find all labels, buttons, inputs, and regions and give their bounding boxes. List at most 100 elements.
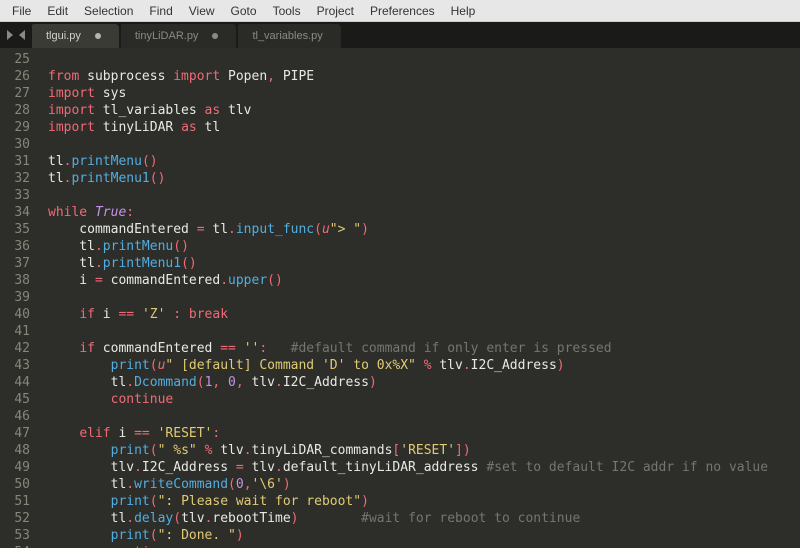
code-line[interactable]: import sys bbox=[48, 85, 800, 102]
line-number: 51 bbox=[6, 493, 30, 510]
token-name: rebootTime bbox=[212, 511, 290, 526]
token-name bbox=[236, 341, 244, 356]
token-fn: input_func bbox=[236, 222, 314, 237]
tab-tinyLiDAR-py[interactable]: tinyLiDAR.py bbox=[121, 24, 237, 48]
code-line[interactable]: import tinyLiDAR as tl bbox=[48, 119, 800, 136]
token-name: tlv bbox=[432, 358, 463, 373]
token-kw: elif bbox=[79, 426, 110, 441]
token-kw: if bbox=[79, 307, 95, 322]
code-area[interactable]: from subprocess import Popen, PIPEimport… bbox=[40, 48, 800, 548]
code-line[interactable]: if commandEntered == '': #default comman… bbox=[48, 340, 800, 357]
token-name: I2C_Address bbox=[142, 460, 228, 475]
token-fn: print bbox=[111, 358, 150, 373]
token-com: #default command if only enter is presse… bbox=[291, 341, 612, 356]
menu-selection[interactable]: Selection bbox=[76, 1, 141, 21]
token-op: ) bbox=[189, 256, 197, 271]
token-op: . bbox=[463, 358, 471, 373]
tab-nav-arrows[interactable] bbox=[0, 22, 32, 48]
token-kw: import bbox=[48, 103, 95, 118]
code-line[interactable]: print(u" [default] Command 'D' to 0x%X" … bbox=[48, 357, 800, 374]
tab-tl_variables-py[interactable]: tl_variables.py bbox=[238, 24, 340, 48]
code-line[interactable]: continue bbox=[48, 391, 800, 408]
menubar: FileEditSelectionFindViewGotoToolsProjec… bbox=[0, 0, 800, 22]
code-line[interactable]: print(": Done. ") bbox=[48, 527, 800, 544]
code-line[interactable]: import tl_variables as tlv bbox=[48, 102, 800, 119]
token-op: ) bbox=[291, 511, 299, 526]
line-number: 37 bbox=[6, 255, 30, 272]
code-line[interactable]: tlv.I2C_Address = tlv.default_tinyLiDAR_… bbox=[48, 459, 800, 476]
code-line[interactable] bbox=[48, 323, 800, 340]
token-fn: print bbox=[111, 528, 150, 543]
code-line[interactable]: tl.printMenu() bbox=[48, 238, 800, 255]
token-op: ) bbox=[557, 358, 565, 373]
nav-left-icon bbox=[7, 30, 13, 40]
menu-tools[interactable]: Tools bbox=[265, 1, 309, 21]
code-line[interactable]: tl.printMenu() bbox=[48, 153, 800, 170]
code-line[interactable]: tl.delay(tlv.rebootTime) #wait for reboo… bbox=[48, 510, 800, 527]
menu-view[interactable]: View bbox=[181, 1, 223, 21]
token-op: . bbox=[126, 477, 134, 492]
menu-find[interactable]: Find bbox=[141, 1, 180, 21]
token-name: I2C_Address bbox=[471, 358, 557, 373]
line-number: 32 bbox=[6, 170, 30, 187]
code-line[interactable]: from subprocess import Popen, PIPE bbox=[48, 68, 800, 85]
line-number: 35 bbox=[6, 221, 30, 238]
token-op: : bbox=[259, 341, 267, 356]
token-op: . bbox=[95, 239, 103, 254]
code-line[interactable]: while True: bbox=[48, 204, 800, 221]
token-kw: import bbox=[48, 86, 95, 101]
token-op: ( bbox=[314, 222, 322, 237]
code-line[interactable]: if i == 'Z' : break bbox=[48, 306, 800, 323]
menu-edit[interactable]: Edit bbox=[39, 1, 76, 21]
code-line[interactable]: tl.printMenu1() bbox=[48, 170, 800, 187]
editor[interactable]: 2526272829303132333435363738394041424344… bbox=[0, 48, 800, 548]
token-kw: while bbox=[48, 205, 87, 220]
token-com: #wait for reboot to continue bbox=[361, 511, 580, 526]
code-line[interactable]: commandEntered = tl.input_func(u"> ") bbox=[48, 221, 800, 238]
code-line[interactable]: elif i == 'RESET': bbox=[48, 425, 800, 442]
code-line[interactable]: i = commandEntered.upper() bbox=[48, 272, 800, 289]
line-number: 52 bbox=[6, 510, 30, 527]
dirty-indicator-icon bbox=[212, 33, 218, 39]
token-op: ) bbox=[361, 494, 369, 509]
code-line[interactable]: tl.Dcommand(1, 0, tlv.I2C_Address) bbox=[48, 374, 800, 391]
menu-project[interactable]: Project bbox=[309, 1, 362, 21]
token-op: ( bbox=[173, 239, 181, 254]
line-number: 33 bbox=[6, 187, 30, 204]
token-fn: print bbox=[111, 494, 150, 509]
token-op: . bbox=[244, 443, 252, 458]
menu-help[interactable]: Help bbox=[443, 1, 484, 21]
token-name bbox=[48, 443, 111, 458]
menu-preferences[interactable]: Preferences bbox=[362, 1, 443, 21]
token-op: ( bbox=[173, 511, 181, 526]
line-number: 42 bbox=[6, 340, 30, 357]
code-line[interactable]: continue bbox=[48, 544, 800, 548]
token-name: default_tinyLiDAR_address bbox=[283, 460, 479, 475]
token-op: : bbox=[126, 205, 134, 220]
code-line[interactable] bbox=[48, 51, 800, 68]
code-line[interactable] bbox=[48, 408, 800, 425]
token-fn: print bbox=[111, 443, 150, 458]
code-line[interactable] bbox=[48, 136, 800, 153]
token-op: . bbox=[95, 256, 103, 271]
line-number: 38 bbox=[6, 272, 30, 289]
menu-goto[interactable]: Goto bbox=[223, 1, 265, 21]
code-line[interactable]: tl.printMenu1() bbox=[48, 255, 800, 272]
code-line[interactable] bbox=[48, 187, 800, 204]
line-number: 28 bbox=[6, 102, 30, 119]
token-op: == bbox=[134, 426, 150, 441]
token-op: . bbox=[126, 375, 134, 390]
gutter: 2526272829303132333435363738394041424344… bbox=[0, 48, 40, 548]
code-line[interactable]: print(" %s" % tlv.tinyLiDAR_commands['RE… bbox=[48, 442, 800, 459]
token-op: ) bbox=[463, 443, 471, 458]
code-line[interactable]: tl.writeCommand(0,'\6') bbox=[48, 476, 800, 493]
menu-file[interactable]: File bbox=[4, 1, 39, 21]
token-op: . bbox=[220, 273, 228, 288]
token-name bbox=[48, 358, 111, 373]
code-line[interactable]: print(": Please wait for reboot") bbox=[48, 493, 800, 510]
line-number: 41 bbox=[6, 323, 30, 340]
code-line[interactable] bbox=[48, 289, 800, 306]
tab-tlgui-py[interactable]: tlgui.py bbox=[32, 24, 119, 48]
token-op: == bbox=[220, 341, 236, 356]
line-number: 31 bbox=[6, 153, 30, 170]
